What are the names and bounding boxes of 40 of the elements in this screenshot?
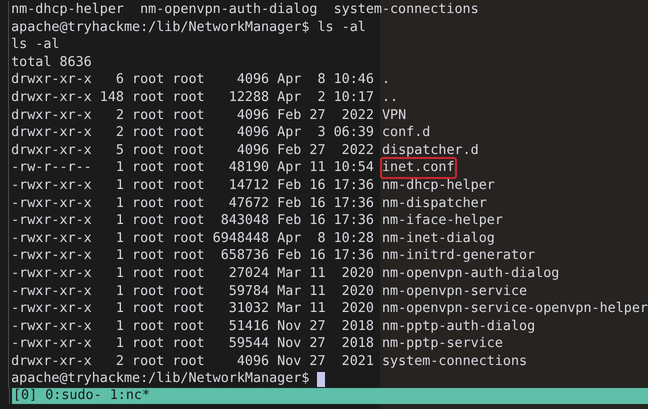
file-listing-info: -rwxr-xr-x 1 root root 31032 Mar 11 2020 — [11, 300, 374, 318]
file-name: nm-openvpn-auth-dialog — [382, 264, 560, 282]
file-name: nm-inet-dialog — [382, 230, 495, 248]
file-listing-info: drwxr-xr-x 6 root root 4096 Apr 8 10:46 — [11, 71, 374, 89]
terminal-output-line: ls -al — [11, 36, 60, 54]
shell-prompt: apache@tryhackme:/lib/NetworkManager$ — [11, 370, 310, 388]
terminal-output-line: nm-dhcp-helper nm-openvpn-auth-dialog system-connections — [11, 1, 479, 19]
file-listing-info: -rwxr-xr-x 1 root root 51416 Nov 27 2018 — [11, 318, 374, 336]
file-listing-info: -rwxr-xr-x 1 root root 658736 Feb 16 17:36 — [11, 247, 374, 265]
file-name: inet.conf — [382, 159, 455, 177]
file-listing-info: drwxr-xr-x 148 root root 12288 Apr 2 10:17 — [11, 88, 374, 107]
file-listing-info: -rw-r--r-- 1 root root 48190 Apr 11 10:54 — [11, 159, 374, 177]
file-listing-info: drwxr-xr-x 2 root root 4096 Feb 27 2022 — [11, 106, 374, 124]
file-listing-info: drwxr-xr-x 5 root root 4096 Feb 27 2022 — [11, 142, 374, 160]
file-listing-info: drwxr-xr-x 2 root root 4096 Nov 27 2021 — [11, 352, 374, 370]
file-name: nm-dhcp-helper — [382, 176, 495, 195]
file-listing-info: -rwxr-xr-x 1 root root 27024 Mar 11 2020 — [11, 264, 374, 282]
file-listing-info: -rwxr-xr-x 1 root root 6948448 Apr 8 10:28 — [11, 230, 374, 248]
file-name: nm-pptp-auth-dialog — [382, 318, 536, 336]
file-listing-info: -rwxr-xr-x 1 root root 14712 Feb 16 17:36 — [11, 176, 374, 195]
file-listing-info: -rwxr-xr-x 1 root root 47672 Feb 16 17:36 — [11, 194, 374, 212]
file-name: nm-pptp-service — [382, 335, 503, 353]
file-name: .. — [382, 88, 398, 107]
file-name: nm-iface-helper — [382, 212, 503, 230]
file-name: nm-dispatcher — [382, 194, 487, 212]
file-name: nm-initrd-generator — [382, 247, 536, 265]
file-name: conf.d — [382, 124, 430, 142]
command-line: apache@tryhackme:/lib/NetworkManager$ ls -al — [11, 18, 366, 36]
file-name: . — [382, 71, 390, 89]
file-name: dispatcher.d — [382, 142, 479, 160]
terminal-output-line: total 8636 — [11, 54, 92, 72]
file-name: system-connections — [382, 352, 528, 370]
file-listing-info: -rwxr-xr-x 1 root root 59784 Mar 11 2020 — [11, 282, 374, 300]
file-name: nm-openvpn-service — [382, 282, 528, 300]
file-name: nm-openvpn-service-openvpn-helper — [382, 300, 648, 318]
file-listing-info: -rwxr-xr-x 1 root root 59544 Nov 27 2018 — [11, 335, 374, 353]
file-listing-info: drwxr-xr-x 2 root root 4096 Apr 3 06:39 — [11, 124, 374, 142]
file-listing-info: -rwxr-xr-x 1 root root 843048 Feb 16 17:36 — [11, 212, 374, 230]
file-name: VPN — [382, 106, 406, 124]
status-bar: [0] 0:sudo- 1:nc* — [12, 388, 648, 404]
